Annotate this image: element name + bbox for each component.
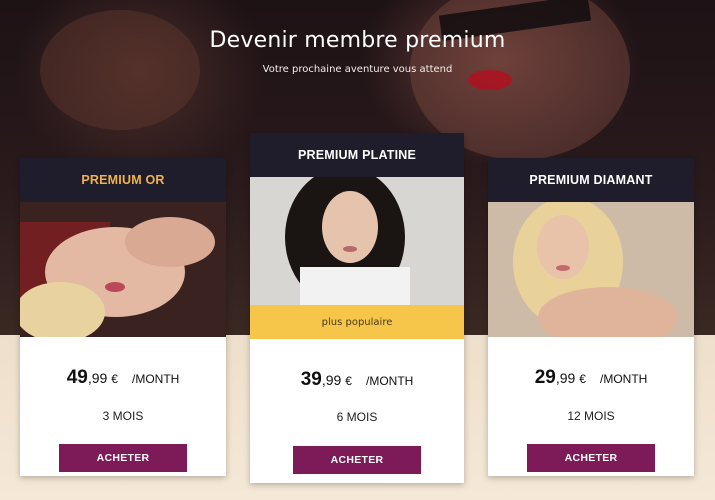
plan-title: PREMIUM DIAMANT <box>488 158 694 202</box>
plan-price: 49 ,99 € /MONTH <box>20 367 226 389</box>
price-currency: € <box>111 372 118 386</box>
buy-button-or[interactable]: ACHETER <box>59 444 187 472</box>
buy-button-diamant[interactable]: ACHETER <box>527 444 655 472</box>
price-period: /MONTH <box>131 372 180 386</box>
plan-photo <box>20 202 226 337</box>
price-period: /MONTH <box>599 372 648 386</box>
price-period: /MONTH <box>365 374 414 388</box>
price-currency: € <box>345 374 352 388</box>
plan-photo <box>250 177 464 305</box>
price-integer: 39 <box>300 369 322 390</box>
price-integer: 29 <box>534 367 556 388</box>
page-title: Devenir membre premium <box>209 28 506 53</box>
price-decimal: ,99 <box>321 372 342 388</box>
price-integer: 49 <box>66 367 88 388</box>
plan-card-or: PREMIUM OR 49 ,99 € /MONTH 3 MOIS ACHETE… <box>20 158 226 476</box>
plan-title: PREMIUM PLATINE <box>250 133 464 177</box>
page-subtitle: Votre prochaine aventure vous attend <box>262 64 453 75</box>
plan-price: 39 ,99 € /MONTH <box>250 369 464 391</box>
plan-duration: 3 MOIS <box>102 409 144 423</box>
buy-button-platine[interactable]: ACHETER <box>293 446 421 474</box>
plan-photo <box>488 202 694 337</box>
price-currency: € <box>579 372 586 386</box>
plan-card-platine: PREMIUM PLATINE plus populaire 39 ,99 € … <box>250 133 464 483</box>
plan-title: PREMIUM OR <box>20 158 226 202</box>
price-decimal: ,99 <box>87 370 108 386</box>
plan-duration: 6 MOIS <box>336 410 378 424</box>
plan-price: 29 ,99 € /MONTH <box>488 367 694 389</box>
price-decimal: ,99 <box>555 370 576 386</box>
plan-card-diamant: PREMIUM DIAMANT 29 ,99 € /MONTH 12 MOIS … <box>488 158 694 476</box>
popular-badge: plus populaire <box>250 305 464 339</box>
plan-duration: 12 MOIS <box>567 409 615 423</box>
